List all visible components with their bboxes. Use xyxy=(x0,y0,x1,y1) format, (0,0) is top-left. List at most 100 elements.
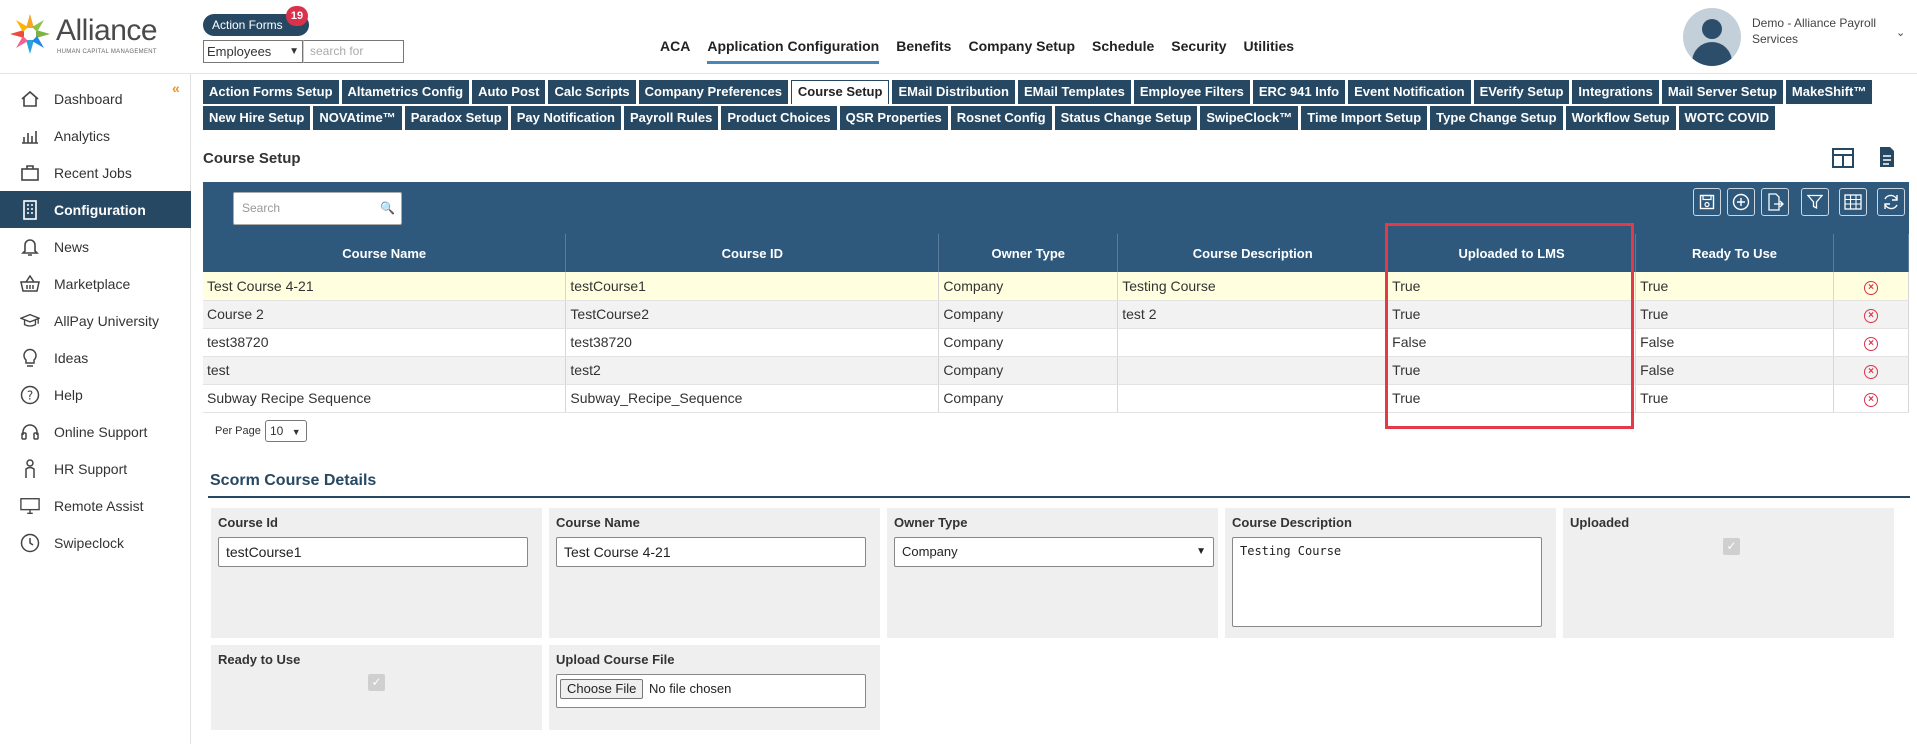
subtab-time-import-setup[interactable]: Time Import Setup xyxy=(1301,106,1428,130)
cell-course-name: test38720 xyxy=(203,328,567,357)
delete-icon[interactable]: × xyxy=(1863,337,1878,351)
subtab-action-forms-setup[interactable]: Action Forms Setup xyxy=(203,80,339,104)
delete-icon[interactable]: × xyxy=(1863,365,1878,379)
employee-type-select[interactable]: Employees ▼ xyxy=(203,40,303,63)
nav-aca[interactable]: ACA xyxy=(660,38,690,64)
column-header-course-description[interactable]: Course Description xyxy=(1117,234,1389,272)
subtab-email-distribution[interactable]: EMail Distribution xyxy=(892,80,1015,104)
grid-search-placeholder: Search xyxy=(242,201,281,215)
nav-benefits[interactable]: Benefits xyxy=(896,38,951,64)
delete-icon[interactable]: × xyxy=(1863,280,1878,295)
save-icon[interactable] xyxy=(1693,188,1721,216)
column-header-ready-to-use[interactable]: Ready To Use xyxy=(1635,234,1834,272)
table-row[interactable]: test38720 test38720 Company False False … xyxy=(203,328,1910,357)
owner-type-select[interactable]: Company ▼ xyxy=(894,537,1214,567)
chevron-down-icon[interactable]: ⌄ xyxy=(1896,26,1905,39)
nav-schedule[interactable]: Schedule xyxy=(1092,38,1154,64)
sidebar-item-hr-support[interactable]: HR Support xyxy=(0,450,191,487)
table-row[interactable]: Subway Recipe Sequence Subway_Recipe_Seq… xyxy=(203,384,1910,413)
course-name-card: Course Name Test Course 4-21 xyxy=(549,508,880,638)
subtab-course-setup[interactable]: Course Setup xyxy=(790,80,890,104)
subtab-integrations[interactable]: Integrations xyxy=(1572,80,1659,104)
subtab-swipeclock[interactable]: SwipeClock™ xyxy=(1200,106,1299,130)
user-name[interactable]: Demo - Alliance Payroll Services xyxy=(1752,15,1892,47)
table-row[interactable]: Course 2 TestCourse2 Company test 2 True… xyxy=(203,300,1910,329)
sidebar-item-online-support[interactable]: Online Support xyxy=(0,413,191,450)
subtab-qsr-properties[interactable]: QSR Properties xyxy=(839,106,948,130)
column-header-course-name[interactable]: Course Name xyxy=(203,234,567,272)
subtab-company-preferences[interactable]: Company Preferences xyxy=(638,80,788,104)
subtab-payroll-rules[interactable]: Payroll Rules xyxy=(623,106,719,130)
subtab-makeshift[interactable]: MakeShift™ xyxy=(1785,80,1873,104)
grid-view-icon[interactable] xyxy=(1832,148,1854,168)
column-header-owner-type[interactable]: Owner Type xyxy=(938,234,1119,272)
filter-icon[interactable] xyxy=(1801,188,1829,216)
subtab-calc-scripts[interactable]: Calc Scripts xyxy=(548,80,636,104)
document-icon[interactable] xyxy=(1878,146,1896,168)
sidebar-item-allpay-university[interactable]: AllPay University xyxy=(0,302,191,339)
subtab-auto-post[interactable]: Auto Post xyxy=(472,80,546,104)
delete-icon[interactable]: × xyxy=(1863,393,1878,407)
subtab-rosnet-config[interactable]: Rosnet Config xyxy=(950,106,1052,130)
uploaded-checkbox[interactable]: ✓ xyxy=(1723,538,1740,555)
table-view-icon[interactable] xyxy=(1839,188,1867,216)
column-header-course-id[interactable]: Course ID xyxy=(565,234,940,272)
column-header-uploaded-to-lms[interactable]: Uploaded to LMS xyxy=(1387,234,1637,272)
sidebar-item-dashboard[interactable]: Dashboard xyxy=(0,80,191,117)
subtab-product-choices[interactable]: Product Choices xyxy=(721,106,837,130)
sidebar-item-swipeclock[interactable]: Swipeclock xyxy=(0,524,191,561)
configuration-subtabs: Action Forms Setup Altametrics Config Au… xyxy=(203,80,1913,132)
subtab-email-templates[interactable]: EMail Templates xyxy=(1017,80,1131,104)
cell-course-description: Testing Course xyxy=(1117,272,1389,301)
refresh-icon[interactable] xyxy=(1877,188,1905,216)
course-id-input[interactable]: testCourse1 xyxy=(218,537,528,567)
cell-delete: × xyxy=(1833,356,1910,385)
delete-icon[interactable]: × xyxy=(1863,309,1878,323)
per-page-select[interactable]: 10 ▼ xyxy=(265,420,307,442)
nav-utilities[interactable]: Utilities xyxy=(1244,38,1295,64)
upload-file-card: Upload Course File Choose File No file c… xyxy=(549,645,880,730)
sidebar-item-news[interactable]: News xyxy=(0,228,191,265)
subtab-erc-941-info[interactable]: ERC 941 Info xyxy=(1252,80,1346,104)
nav-company-setup[interactable]: Company Setup xyxy=(968,38,1075,64)
cell-uploaded-to-lms: True xyxy=(1387,356,1637,385)
sidebar-item-configuration[interactable]: Configuration xyxy=(0,191,191,228)
subtab-pay-notification[interactable]: Pay Notification xyxy=(510,106,621,130)
grid-search-input[interactable]: Search 🔍 xyxy=(233,192,402,225)
table-row[interactable]: Test Course 4-21 testCourse1 Company Tes… xyxy=(203,272,1910,301)
course-description-textarea[interactable]: Testing Course xyxy=(1232,537,1542,627)
subtab-status-change-setup[interactable]: Status Change Setup xyxy=(1054,106,1198,130)
nav-application-configuration[interactable]: Application Configuration xyxy=(707,38,880,64)
subtab-novatime[interactable]: NOVAtime™ xyxy=(313,106,402,130)
sidebar-item-marketplace[interactable]: Marketplace xyxy=(0,265,191,302)
subtab-employee-filters[interactable]: Employee Filters xyxy=(1133,80,1250,104)
sidebar-item-analytics[interactable]: Analytics xyxy=(0,117,191,154)
sidebar-item-help[interactable]: ? Help xyxy=(0,376,191,413)
subtab-event-notification[interactable]: Event Notification xyxy=(1348,80,1471,104)
sidebar-item-remote-assist[interactable]: Remote Assist xyxy=(0,487,191,524)
export-icon[interactable] xyxy=(1761,188,1789,216)
add-icon[interactable] xyxy=(1727,188,1755,216)
owner-type-card: Owner Type Company ▼ xyxy=(887,508,1218,638)
nav-security[interactable]: Security xyxy=(1171,38,1226,64)
sidebar-item-recent-jobs[interactable]: Recent Jobs xyxy=(0,154,191,191)
course-name-input[interactable]: Test Course 4-21 xyxy=(556,537,866,567)
table-row[interactable]: test test2 Company True False × xyxy=(203,356,1910,385)
sidebar-item-ideas[interactable]: Ideas xyxy=(0,339,191,376)
subtab-wotc-covid[interactable]: WOTC COVID xyxy=(1678,106,1776,130)
user-avatar[interactable] xyxy=(1683,8,1741,66)
subtab-new-hire-setup[interactable]: New Hire Setup xyxy=(203,106,311,130)
choose-file-button[interactable]: Choose File xyxy=(560,679,644,699)
subtab-altametrics-config[interactable]: Altametrics Config xyxy=(341,80,470,104)
svg-text:?: ? xyxy=(27,388,33,402)
subtab-type-change-setup[interactable]: Type Change Setup xyxy=(1430,106,1563,130)
employee-search-input[interactable]: search for xyxy=(303,40,404,63)
subtab-mail-server-setup[interactable]: Mail Server Setup xyxy=(1661,80,1783,104)
sidebar-item-label: Help xyxy=(54,386,83,403)
subtab-workflow-setup[interactable]: Workflow Setup xyxy=(1565,106,1676,130)
subtab-paradox-setup[interactable]: Paradox Setup xyxy=(404,106,508,130)
alliance-logo[interactable]: Alliance HUMAN CAPITAL MANAGEMENT xyxy=(8,12,168,58)
ready-to-use-checkbox[interactable]: ✓ xyxy=(368,674,385,691)
cell-course-description: test 2 xyxy=(1117,300,1389,329)
subtab-everify-setup[interactable]: EVerify Setup xyxy=(1473,80,1570,104)
